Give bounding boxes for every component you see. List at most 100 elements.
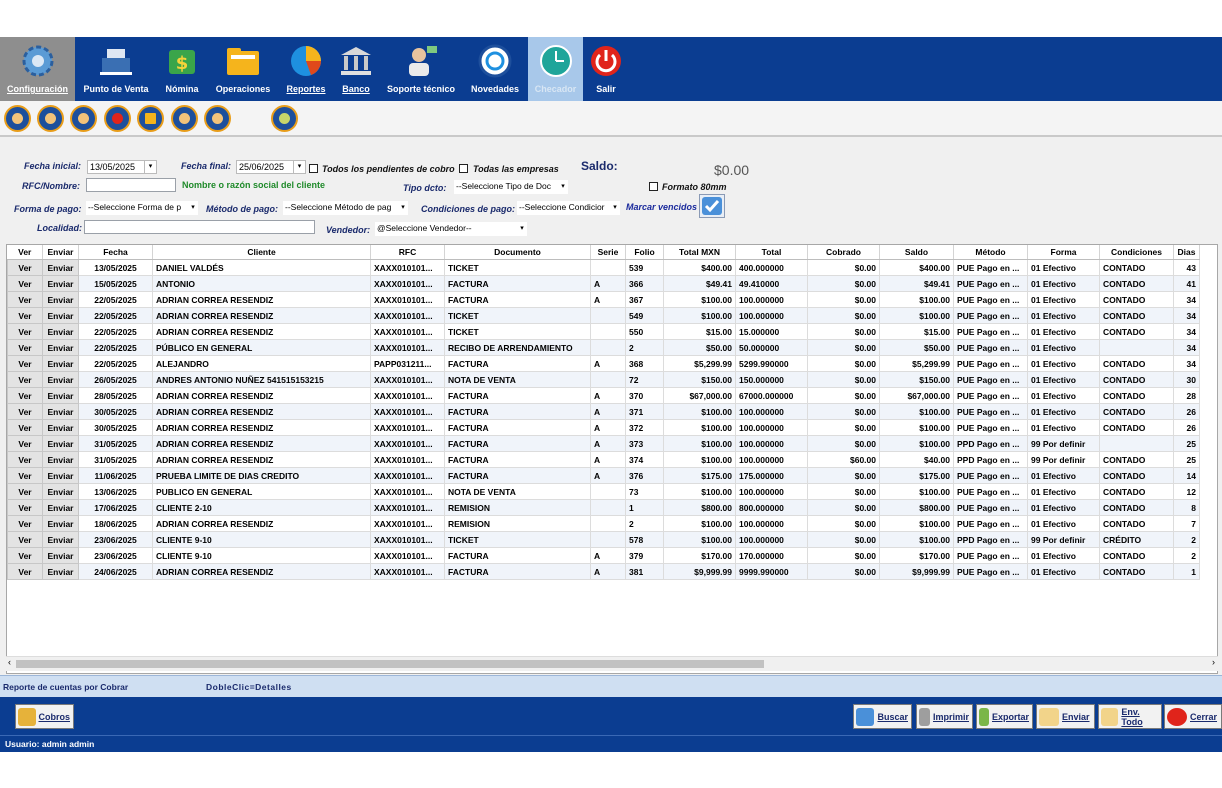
ver-button[interactable]: Ver (7, 323, 43, 340)
empresas-checkbox[interactable] (459, 164, 468, 173)
enviar-row-button[interactable]: Enviar (42, 387, 79, 404)
table-row[interactable]: Ver Enviar 13/05/2025 DANIEL VALDÉS XAXX0101… (7, 259, 1200, 276)
table-row[interactable]: Ver Enviar 22/05/2025 PÚBLICO EN GENERAL XAX… (7, 339, 1200, 356)
buscar-button[interactable]: Buscar (853, 704, 912, 729)
scroll-right-icon[interactable]: › (1212, 657, 1215, 667)
table-row[interactable]: Ver Enviar 15/05/2025 ANTONIO XAXX010101... F… (7, 275, 1200, 292)
col-header-total-mxn[interactable]: Total MXN (663, 245, 736, 260)
enviar-row-button[interactable]: Enviar (42, 323, 79, 340)
ver-button[interactable]: Ver (7, 435, 43, 452)
enviar-row-button[interactable]: Enviar (42, 275, 79, 292)
enviar-row-button[interactable]: Enviar (42, 499, 79, 516)
table-row[interactable]: Ver Enviar 22/05/2025 ADRIAN CORREA RESENDI… (7, 323, 1200, 340)
ver-button[interactable]: Ver (7, 467, 43, 484)
table-row[interactable]: Ver Enviar 31/05/2025 ADRIAN CORREA RESENDI… (7, 451, 1200, 468)
enviar-row-button[interactable]: Enviar (42, 483, 79, 500)
ver-button[interactable]: Ver (7, 339, 43, 356)
ver-button[interactable]: Ver (7, 451, 43, 468)
table-row[interactable]: Ver Enviar 28/05/2025 ADRIAN CORREA RESENDI… (7, 387, 1200, 404)
ver-button[interactable]: Ver (7, 419, 43, 436)
table-row[interactable]: Ver Enviar 24/06/2025 ADRIAN CORREA RESENDI… (7, 563, 1200, 580)
chevron-down-icon[interactable]: ▾ (293, 161, 305, 173)
col-header-documento[interactable]: Documento (444, 245, 591, 260)
ver-button[interactable]: Ver (7, 371, 43, 388)
ver-button[interactable]: Ver (7, 355, 43, 372)
table-row[interactable]: Ver Enviar 23/06/2025 CLIENTE 9-10 XAXX01010… (7, 547, 1200, 564)
ver-button[interactable]: Ver (7, 547, 43, 564)
ver-button[interactable]: Ver (7, 291, 43, 308)
col-header-saldo[interactable]: Saldo (879, 245, 954, 260)
table-row[interactable]: Ver Enviar 11/06/2025 PRUEBA LIMITE DE DIAS… (7, 467, 1200, 484)
table-row[interactable]: Ver Enviar 31/05/2025 ADRIAN CORREA RESENDI… (7, 435, 1200, 452)
ribbon-reportes[interactable]: Reportes (282, 37, 330, 101)
enviar-row-button[interactable]: Enviar (42, 515, 79, 532)
localidad-input[interactable] (84, 220, 315, 234)
ribbon-nomina[interactable]: $ Nómina (158, 37, 206, 101)
enviar-button[interactable]: Enviar (1036, 704, 1095, 729)
ver-button[interactable]: Ver (7, 499, 43, 516)
enviar-row-button[interactable]: Enviar (42, 259, 79, 276)
enviar-row-button[interactable]: Enviar (42, 355, 79, 372)
award-icon[interactable] (271, 105, 298, 132)
marcar-vencidos-button[interactable] (699, 194, 725, 218)
table-row[interactable]: Ver Enviar 22/05/2025 ALEJANDRO PAPP031211..… (7, 355, 1200, 372)
table-row[interactable]: Ver Enviar 23/06/2025 CLIENTE 9-10 XAXX01010… (7, 531, 1200, 548)
scroll-left-icon[interactable]: ‹ (8, 657, 11, 667)
pendientes-checkbox[interactable] (309, 164, 318, 173)
table-row[interactable]: Ver Enviar 22/05/2025 ADRIAN CORREA RESENDI… (7, 307, 1200, 324)
accounts-grid[interactable]: Ver Enviar Fecha Cliente RFC Documento S… (6, 244, 1218, 674)
enviar-row-button[interactable]: Enviar (42, 435, 79, 452)
enviar-todo-button[interactable]: Env. Todo (1098, 704, 1162, 729)
notes-icon[interactable] (70, 105, 97, 132)
col-header-rfc[interactable]: RFC (370, 245, 445, 260)
ver-button[interactable]: Ver (7, 259, 43, 276)
col-header-cliente[interactable]: Cliente (152, 245, 371, 260)
shopping-bag-icon[interactable] (104, 105, 131, 132)
col-header-metodo[interactable]: Método (953, 245, 1028, 260)
enviar-row-button[interactable]: Enviar (42, 403, 79, 420)
ribbon-novedades[interactable]: Novedades (466, 37, 524, 101)
ver-button[interactable]: Ver (7, 483, 43, 500)
condiciones-select[interactable]: --Seleccione Condicior ▾ (517, 201, 620, 215)
col-header-serie[interactable]: Serie (590, 245, 626, 260)
table-row[interactable]: Ver Enviar 26/05/2025 ANDRES ANTONIO NUÑEZ … (7, 371, 1200, 388)
table-row[interactable]: Ver Enviar 13/06/2025 PUBLICO EN GENERAL XAX… (7, 483, 1200, 500)
ver-button[interactable]: Ver (7, 531, 43, 548)
ribbon-configuracion[interactable]: Configuración (0, 37, 75, 101)
ver-button[interactable]: Ver (7, 307, 43, 324)
metodo-pago-select[interactable]: --Seleccione Método de pag ▾ (283, 201, 408, 215)
enviar-row-button[interactable]: Enviar (42, 451, 79, 468)
ribbon-checador[interactable]: Checador (528, 37, 583, 101)
table-row[interactable]: Ver Enviar 30/05/2025 ADRIAN CORREA RESENDI… (7, 403, 1200, 420)
forma-pago-select[interactable]: --Seleccione Forma de p ▾ (86, 201, 198, 215)
col-header-total[interactable]: Total (735, 245, 808, 260)
table-row[interactable]: Ver Enviar 18/06/2025 ADRIAN CORREA RESENDI… (7, 515, 1200, 532)
tipo-dcto-select[interactable]: --Seleccione Tipo de Doc ▾ (454, 180, 568, 194)
enviar-row-button[interactable]: Enviar (42, 547, 79, 564)
ribbon-operaciones[interactable]: Operaciones (212, 37, 274, 101)
col-header-forma[interactable]: Forma (1027, 245, 1100, 260)
cobros-button[interactable]: Cobros (15, 704, 74, 729)
enviar-row-button[interactable]: Enviar (42, 339, 79, 356)
fecha-inicial-picker[interactable]: 13/05/2025 ▾ (87, 160, 157, 174)
vendedor-select[interactable]: @Seleccione Vendedor-- ▾ (375, 222, 527, 236)
table-row[interactable]: Ver Enviar 22/05/2025 ADRIAN CORREA RESENDI… (7, 291, 1200, 308)
ver-button[interactable]: Ver (7, 387, 43, 404)
col-header-dias[interactable]: Dias (1173, 245, 1200, 260)
scrollbar-thumb[interactable] (16, 660, 764, 668)
enviar-row-button[interactable]: Enviar (42, 307, 79, 324)
exportar-button[interactable]: Exportar (976, 704, 1033, 729)
col-header-ver[interactable]: Ver (7, 245, 43, 260)
ver-button[interactable]: Ver (7, 563, 43, 580)
employee-alt-icon[interactable] (204, 105, 231, 132)
horizontal-scrollbar[interactable]: ‹ › (6, 656, 1218, 671)
rfc-input[interactable] (86, 178, 176, 192)
ver-button[interactable]: Ver (7, 275, 43, 292)
enviar-row-button[interactable]: Enviar (42, 531, 79, 548)
table-row[interactable]: Ver Enviar 17/06/2025 CLIENTE 2-10 XAXX01010… (7, 499, 1200, 516)
bar-chart-icon[interactable] (137, 105, 164, 132)
employee-icon[interactable] (171, 105, 198, 132)
fecha-final-picker[interactable]: 25/06/2025 ▾ (236, 160, 306, 174)
customers-icon[interactable] (4, 105, 31, 132)
col-header-folio[interactable]: Folio (625, 245, 664, 260)
